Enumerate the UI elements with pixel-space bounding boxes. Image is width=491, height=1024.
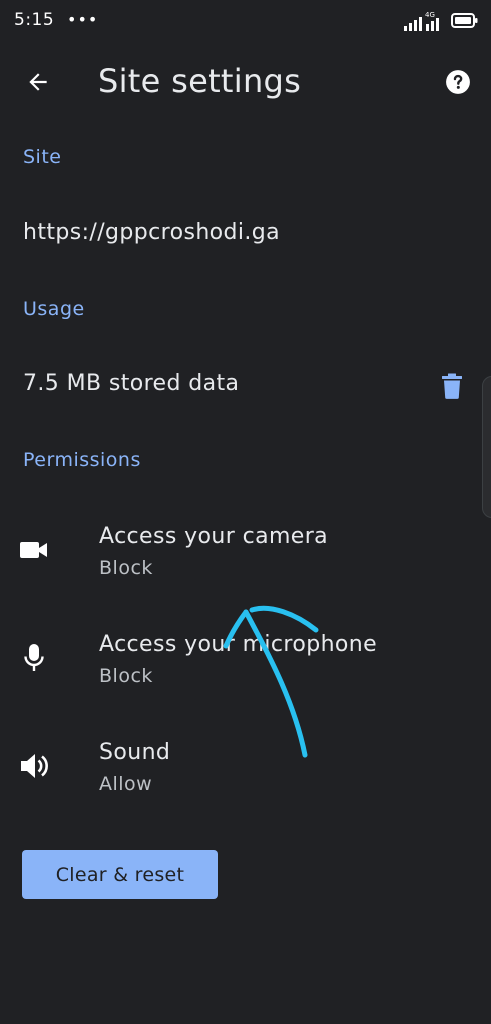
delete-stored-data-button[interactable] (432, 366, 472, 406)
speaker-icon (18, 750, 50, 782)
clear-and-reset-button[interactable]: Clear & reset (22, 850, 218, 899)
arrow-back-icon (29, 73, 47, 91)
microphone-icon (18, 642, 50, 674)
site-url: https://gppcroshodi.ga (23, 220, 281, 245)
status-time: 5:15 (14, 10, 55, 30)
permission-sound-label: Sound (99, 740, 171, 765)
help-icon (446, 70, 470, 94)
permission-camera-value: Block (99, 557, 153, 579)
permission-microphone-label: Access your microphone (99, 632, 378, 657)
battery-icon (451, 13, 478, 28)
status-bar: 5:15 ••• 4G (0, 0, 491, 46)
permission-microphone-row[interactable]: Access your microphone Block (0, 618, 491, 718)
permission-camera-row[interactable]: Access your camera Block (0, 510, 491, 610)
signal-icon: 4G (404, 12, 439, 31)
network-label: 4G (425, 12, 435, 19)
site-section-header: Site (23, 146, 62, 168)
permission-microphone-value: Block (99, 665, 153, 687)
usage-section-header: Usage (23, 298, 85, 320)
scroll-edge-indicator (482, 376, 491, 518)
permission-camera-label: Access your camera (99, 524, 329, 549)
site-settings-screen: 5:15 ••• 4G Site settings Site https://g… (0, 0, 491, 1024)
notification-dots: ••• (67, 10, 99, 29)
permissions-section-header: Permissions (23, 449, 141, 471)
permission-sound-value: Allow (99, 773, 153, 795)
page-title: Site settings (98, 62, 302, 100)
stored-data-text: 7.5 MB stored data (23, 371, 240, 396)
app-bar: Site settings (0, 46, 491, 120)
camera-icon (18, 534, 50, 566)
site-url-row[interactable]: https://gppcroshodi.ga (0, 200, 491, 270)
back-button[interactable] (14, 58, 62, 106)
trash-icon (442, 373, 462, 399)
permission-sound-row[interactable]: Sound Allow (0, 726, 491, 826)
help-button[interactable] (436, 60, 480, 104)
stored-data-row: 7.5 MB stored data (0, 350, 491, 420)
